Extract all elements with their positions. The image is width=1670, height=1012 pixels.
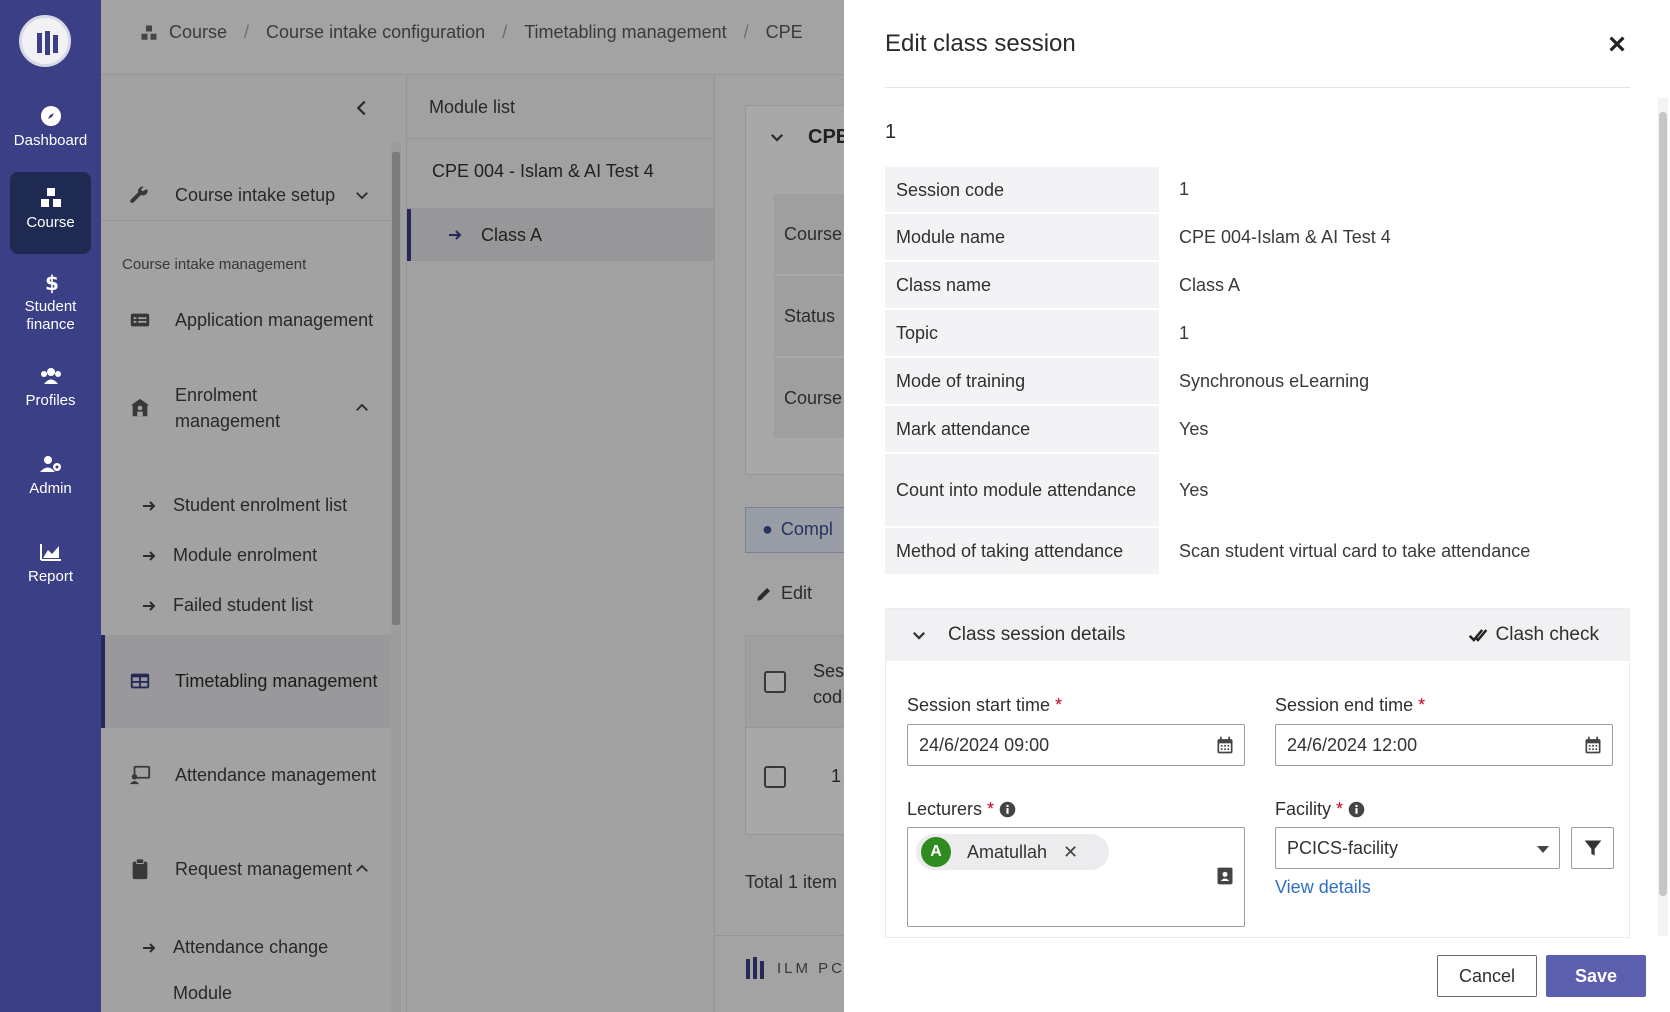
main-rail: Dashboard Course $ Student finance Profi… <box>0 0 101 1012</box>
rail-item-student-finance[interactable]: $ Student finance <box>10 256 91 342</box>
panel-header[interactable]: Class session details Clash check <box>886 609 1629 661</box>
rail-label-dashboard: Dashboard <box>13 132 88 149</box>
detail-value: Yes <box>1179 479 1209 500</box>
required-mark: * <box>1418 695 1426 715</box>
facility-select[interactable]: PCICS-facility <box>1275 827 1560 869</box>
drawer-scrollbar[interactable] <box>1658 98 1668 936</box>
session-end-time-input[interactable]: 24/6/2024 12:00 <box>1275 724 1613 766</box>
rail-item-course[interactable]: Course <box>10 172 91 254</box>
detail-row: Module name CPE 004-Islam & AI Test 4 <box>885 214 1630 262</box>
detail-key: Mark attendance <box>885 406 1159 452</box>
svg-text:$: $ <box>45 271 59 294</box>
facility-label: Facility * <box>1275 799 1365 820</box>
remove-chip-icon[interactable]: ✕ <box>1063 842 1078 863</box>
detail-key: Module name <box>885 214 1159 260</box>
chart-area-icon <box>39 544 61 561</box>
session-start-time-input[interactable]: 24/6/2024 09:00 <box>907 724 1245 766</box>
detail-row: Mark attendance Yes <box>885 406 1630 454</box>
start-time-label: Session start time * <box>907 695 1062 716</box>
required-mark: * <box>1336 799 1344 819</box>
detail-value: Yes <box>1179 418 1209 439</box>
detail-value: CPE 004-Islam & AI Test 4 <box>1179 226 1391 247</box>
detail-row: Count into module attendance Yes <box>885 454 1630 528</box>
detail-value: 1 <box>1179 179 1190 199</box>
calendar-icon[interactable] <box>1215 735 1235 755</box>
double-check-icon <box>1468 629 1487 642</box>
dollar-icon: $ <box>45 271 59 294</box>
session-heading: 1 <box>885 121 897 143</box>
rail-label-profiles: Profiles <box>25 392 76 409</box>
app-logo[interactable] <box>19 15 71 67</box>
input-value: 24/6/2024 12:00 <box>1287 735 1418 755</box>
lecturers-input[interactable]: A Amatullah ✕ <box>907 827 1245 927</box>
detail-key: Topic <box>885 310 1159 356</box>
detail-value: 1 <box>1179 322 1190 343</box>
required-mark: * <box>1055 695 1063 715</box>
info-icon[interactable] <box>1348 801 1365 818</box>
panel-title: Class session details <box>948 624 1126 645</box>
required-mark: * <box>987 799 995 819</box>
select-value: PCICS-facility <box>1287 838 1399 858</box>
chevron-down-icon[interactable] <box>910 626 928 644</box>
cancel-button[interactable]: Cancel <box>1437 955 1537 997</box>
facility-filter-button[interactable] <box>1571 827 1614 869</box>
rail-label-admin: Admin <box>29 480 72 497</box>
class-session-details-panel: Class session details Clash check Sessio… <box>885 608 1630 938</box>
lecturer-chip-label: Amatullah <box>967 841 1048 862</box>
clash-check-label: Clash check <box>1495 624 1600 645</box>
cubes-icon <box>40 188 61 207</box>
session-details-table: Session code 1 Module name CPE 004-Islam… <box>885 167 1630 576</box>
field-label-text: Session end time <box>1275 695 1414 715</box>
detail-row: Topic 1 <box>885 310 1630 358</box>
compass-icon <box>40 106 61 126</box>
rail-label-course: Course <box>26 214 75 231</box>
caret-down-icon <box>1537 846 1549 853</box>
detail-key: Method of taking attendance <box>885 528 1159 574</box>
detail-value: Synchronous eLearning <box>1179 370 1370 391</box>
detail-value: Class A <box>1179 274 1241 295</box>
lecturer-chip: A Amatullah ✕ <box>916 834 1109 870</box>
rail-item-profiles[interactable]: Profiles <box>10 350 91 432</box>
input-value: 24/6/2024 09:00 <box>919 735 1050 755</box>
detail-key: Class name <box>885 262 1159 308</box>
detail-key: Count into module attendance <box>885 454 1159 526</box>
detail-row: Class name Class A <box>885 262 1630 310</box>
drawer-title: Edit class session <box>885 30 1076 57</box>
drawer-divider <box>885 87 1630 88</box>
logo-mark-icon <box>37 31 58 55</box>
avatar: A <box>921 837 951 867</box>
field-label-text: Session start time <box>907 695 1051 715</box>
detail-row: Session code 1 <box>885 167 1630 214</box>
rail-label-student-finance: Student finance <box>24 298 77 333</box>
clash-check-button[interactable]: Clash check <box>1468 624 1600 646</box>
rail-item-admin[interactable]: Admin <box>10 438 91 520</box>
users-icon <box>40 368 61 384</box>
calendar-icon[interactable] <box>1583 735 1603 755</box>
detail-key: Mode of training <box>885 358 1159 404</box>
address-book-icon[interactable] <box>1215 866 1235 886</box>
lecturers-label: Lecturers * <box>907 799 1016 820</box>
filter-icon <box>1584 840 1601 856</box>
detail-key: Session code <box>885 167 1159 212</box>
detail-row: Method of taking attendance Scan student… <box>885 528 1630 576</box>
rail-label-report: Report <box>27 568 74 585</box>
field-label-text: Lecturers <box>907 799 983 819</box>
detail-value: Scan student virtual card to take attend… <box>1179 540 1531 561</box>
field-label-text: Facility <box>1275 799 1332 819</box>
info-icon[interactable] <box>999 801 1016 818</box>
scrollbar-thumb[interactable] <box>1659 112 1667 896</box>
view-details-link[interactable]: View details <box>1275 877 1371 898</box>
rail-item-report[interactable]: Report <box>10 526 91 608</box>
detail-row: Mode of training Synchronous eLearning <box>885 358 1630 406</box>
rail-item-dashboard[interactable]: Dashboard <box>10 90 91 172</box>
close-icon[interactable] <box>1606 33 1628 55</box>
user-gear-icon <box>39 456 61 472</box>
edit-session-drawer: Edit class session 1 Session code 1 Modu… <box>844 0 1670 1012</box>
save-button[interactable]: Save <box>1546 955 1646 997</box>
end-time-label: Session end time * <box>1275 695 1425 716</box>
